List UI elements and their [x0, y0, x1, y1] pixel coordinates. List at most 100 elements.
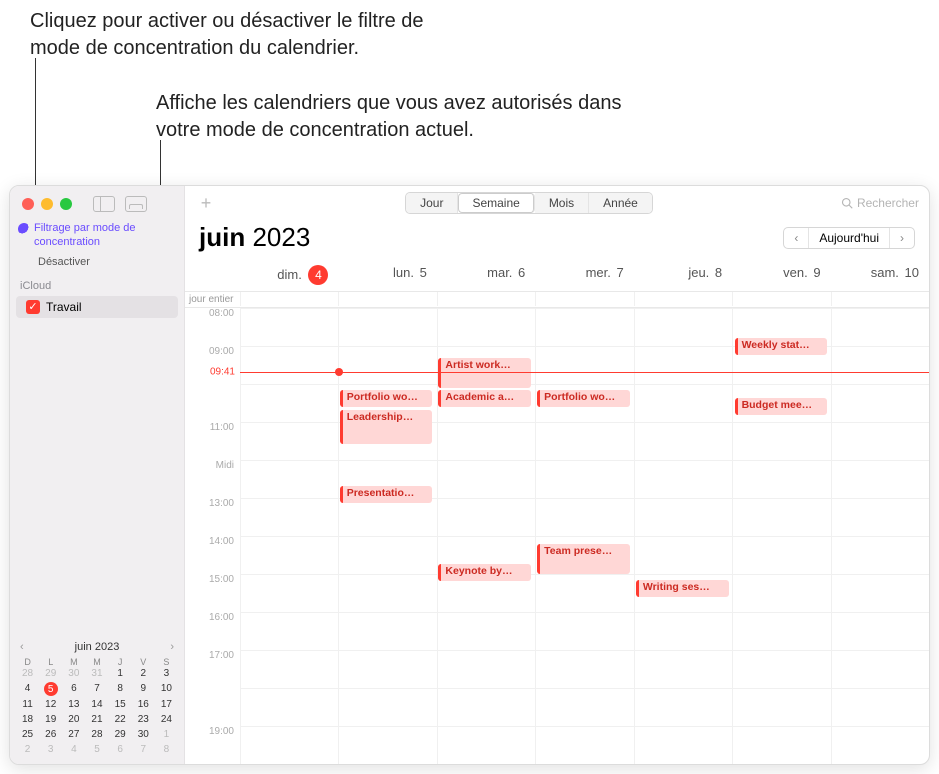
grid-cell[interactable] [634, 688, 732, 726]
close-window[interactable] [22, 198, 34, 210]
allday-cell[interactable] [240, 292, 338, 306]
minical-day[interactable]: 10 [155, 682, 178, 696]
grid-cell[interactable] [240, 384, 338, 422]
minical-day[interactable]: 7 [132, 743, 155, 756]
grid-cell[interactable] [437, 688, 535, 726]
grid-cell[interactable] [732, 612, 830, 650]
minical-day[interactable]: 6 [109, 743, 132, 756]
grid-cell[interactable] [831, 688, 929, 726]
minical-day[interactable]: 14 [85, 698, 108, 711]
grid-cell[interactable] [240, 650, 338, 688]
grid-cell[interactable] [831, 726, 929, 764]
minical-day[interactable]: 20 [62, 713, 85, 726]
grid-cell[interactable] [831, 422, 929, 460]
calendar-event[interactable]: Weekly stat… [735, 338, 828, 355]
minical-day[interactable]: 22 [109, 713, 132, 726]
grid-cell[interactable] [634, 726, 732, 764]
grid-cell[interactable] [535, 574, 633, 612]
today-button[interactable]: Aujourd'hui [809, 228, 890, 248]
grid-cell[interactable] [831, 612, 929, 650]
minical-day[interactable]: 27 [62, 728, 85, 741]
grid-cell[interactable] [240, 346, 338, 384]
grid-cell[interactable] [831, 346, 929, 384]
grid-cell[interactable] [535, 308, 633, 346]
grid-cell[interactable] [535, 688, 633, 726]
next-week[interactable]: › [890, 228, 914, 248]
grid-cell[interactable] [634, 536, 732, 574]
calendar-checkbox[interactable]: ✓ [26, 300, 40, 314]
minical-day[interactable]: 12 [39, 698, 62, 711]
grid-cell[interactable] [732, 650, 830, 688]
grid-cell[interactable] [732, 422, 830, 460]
view-jour[interactable]: Jour [406, 193, 458, 213]
calendar-item-travail[interactable]: ✓Travail [16, 296, 178, 318]
view-année[interactable]: Année [589, 193, 652, 213]
grid-cell[interactable] [732, 460, 830, 498]
grid-cell[interactable] [240, 574, 338, 612]
allday-cell[interactable] [732, 292, 830, 306]
minical-day[interactable]: 7 [85, 682, 108, 696]
grid-cell[interactable] [338, 308, 436, 346]
calendar-event[interactable]: Keynote by… [438, 564, 531, 581]
minical-day[interactable]: 2 [132, 667, 155, 680]
grid-cell[interactable] [437, 498, 535, 536]
search-field[interactable]: Rechercher [841, 196, 919, 210]
zoom-window[interactable] [60, 198, 72, 210]
minical-day[interactable]: 30 [132, 728, 155, 741]
minical-day[interactable]: 24 [155, 713, 178, 726]
grid-cell[interactable] [240, 422, 338, 460]
grid-cell[interactable] [338, 574, 436, 612]
weekday-header[interactable]: sam. 10 [831, 259, 929, 291]
view-mois[interactable]: Mois [535, 193, 589, 213]
allday-cell[interactable] [831, 292, 929, 306]
grid-cell[interactable] [437, 650, 535, 688]
weekday-header[interactable]: jeu. 8 [634, 259, 732, 291]
grid-cell[interactable] [634, 308, 732, 346]
grid-cell[interactable] [338, 346, 436, 384]
inbox-icon[interactable] [125, 196, 147, 212]
minical-day[interactable]: 5 [85, 743, 108, 756]
minical-prev[interactable]: ‹ [18, 641, 26, 653]
add-event-button[interactable]: + [195, 193, 217, 214]
grid-cell[interactable] [240, 308, 338, 346]
calendar-event[interactable]: Leadership… [340, 410, 433, 444]
grid-cell[interactable] [634, 612, 732, 650]
grid-cell[interactable] [634, 460, 732, 498]
grid-cell[interactable] [338, 498, 436, 536]
grid-cell[interactable] [634, 346, 732, 384]
minical-day[interactable]: 17 [155, 698, 178, 711]
calendar-event[interactable]: Portfolio wo… [340, 390, 433, 407]
focus-deactivate-button[interactable]: Désactiver [10, 254, 184, 274]
grid-cell[interactable] [535, 612, 633, 650]
minical-day[interactable]: 2 [16, 743, 39, 756]
grid-cell[interactable] [831, 650, 929, 688]
weekday-header[interactable]: lun. 5 [338, 259, 436, 291]
grid-cell[interactable] [338, 650, 436, 688]
grid-cell[interactable] [732, 688, 830, 726]
minical-day[interactable]: 29 [39, 667, 62, 680]
grid-cell[interactable] [831, 308, 929, 346]
grid-cell[interactable] [831, 460, 929, 498]
allday-cell[interactable] [437, 292, 535, 306]
grid-cell[interactable] [831, 498, 929, 536]
grid-cell[interactable] [634, 498, 732, 536]
grid-cell[interactable] [338, 688, 436, 726]
minimize-window[interactable] [41, 198, 53, 210]
minical-day[interactable]: 11 [16, 698, 39, 711]
grid-cell[interactable] [732, 498, 830, 536]
calendar-event[interactable]: Artist work… [438, 358, 531, 388]
grid-cell[interactable] [732, 536, 830, 574]
grid-cell[interactable] [338, 536, 436, 574]
calendar-event[interactable]: Budget mee… [735, 398, 828, 415]
minical-next[interactable]: › [168, 641, 176, 653]
allday-cell[interactable] [634, 292, 732, 306]
minical-day[interactable]: 21 [85, 713, 108, 726]
grid-cell[interactable] [240, 536, 338, 574]
toggle-sidebar-icon[interactable] [93, 196, 115, 212]
calendar-event[interactable]: Presentatio… [340, 486, 433, 503]
grid-cell[interactable] [437, 460, 535, 498]
focus-filter-toggle[interactable]: Filtrage par mode de concentration [10, 218, 184, 254]
minical-day[interactable]: 4 [16, 682, 39, 696]
minical-day[interactable]: 3 [39, 743, 62, 756]
grid-cell[interactable] [240, 612, 338, 650]
